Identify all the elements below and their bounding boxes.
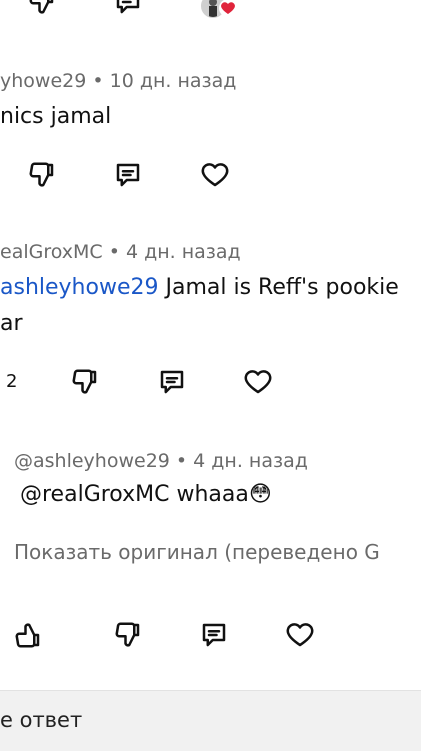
dislike-button[interactable] (69, 366, 101, 398)
heart-badge (219, 0, 237, 17)
thumbs-down-icon (29, 0, 54, 14)
thumbs-down-icon (29, 162, 54, 187)
top-reply-button[interactable] (112, 0, 144, 18)
comment-icon (116, 0, 140, 14)
heart-icon (286, 623, 314, 647)
thumbs-up-icon (15, 623, 40, 648)
like-count: 2 (6, 371, 18, 392)
comment-meta: @ashleyhowe29 • 4 дн. назад (14, 450, 308, 472)
show-original-link[interactable]: Показать оригинал (переведено G (14, 540, 380, 564)
heart-icon (221, 2, 235, 15)
reply-input-placeholder[interactable]: е ответ (0, 708, 82, 732)
heart-icon (201, 163, 229, 187)
comment-text-body: whaaa😳 (169, 482, 272, 507)
comment-text-line2: ar (0, 311, 23, 336)
heart-icon (244, 370, 272, 394)
comment-text: ashleyhowe29 Jamal is Reff's pookie (0, 275, 399, 300)
heart-button[interactable] (199, 159, 231, 191)
comment-icon (160, 370, 184, 394)
comment-icon (116, 163, 140, 187)
thumbs-down-icon (72, 369, 97, 394)
mention-text[interactable]: @realGroxMC (20, 482, 169, 507)
comment-meta: ealGroxMC • 4 дн. назад (0, 241, 241, 263)
creator-heart-badge (201, 0, 241, 20)
reply-button[interactable] (156, 366, 188, 398)
thumbs-down-icon (115, 622, 140, 647)
comment-text: @realGroxMC whaaa😳 (20, 482, 272, 507)
comment-text: nics jamal (0, 104, 112, 129)
comment-text-body: Jamal is Reff's pookie (158, 275, 399, 300)
comment-icon (202, 623, 226, 647)
like-button[interactable] (12, 619, 44, 651)
top-dislike-button[interactable] (26, 0, 58, 18)
dislike-button[interactable] (26, 159, 58, 191)
comment-meta: yhowe29 • 10 дн. назад (0, 70, 237, 92)
heart-button[interactable] (284, 619, 316, 651)
mention-link[interactable]: ashleyhowe29 (0, 275, 158, 300)
reply-button[interactable] (198, 619, 230, 651)
heart-button[interactable] (242, 366, 274, 398)
reply-button[interactable] (112, 159, 144, 191)
dislike-button[interactable] (112, 619, 144, 651)
